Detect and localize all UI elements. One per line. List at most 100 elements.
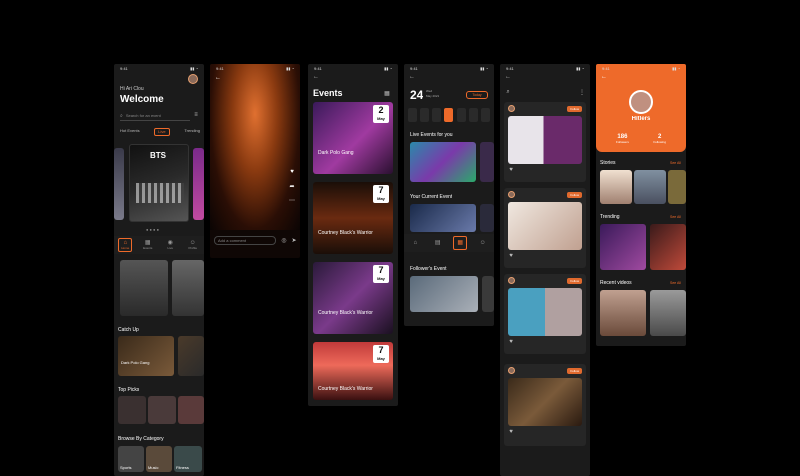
catch-up-card[interactable]: Dark Polo Gang xyxy=(118,336,174,376)
post-image[interactable] xyxy=(508,116,582,164)
story-card[interactable] xyxy=(668,170,686,204)
day-strip xyxy=(408,108,490,122)
comment-input[interactable]: Add a comment xyxy=(214,236,276,245)
heart-icon[interactable]: ♥ xyxy=(508,253,514,259)
search-icon[interactable]: ⌕ xyxy=(504,88,512,96)
event-card[interactable]: 7 May Courtney Black's Warrior xyxy=(313,182,393,254)
trending-card[interactable] xyxy=(600,224,646,270)
nav-profile[interactable]: ☺ xyxy=(476,236,490,250)
see-all-link[interactable]: See All xyxy=(670,281,681,285)
feed-post: Follow ♥ xyxy=(504,102,586,182)
send-icon[interactable]: ➤ xyxy=(290,236,298,245)
post-image[interactable] xyxy=(508,378,582,426)
category-music[interactable]: Music xyxy=(146,446,172,472)
top-pick-3[interactable] xyxy=(178,396,204,424)
menu-icon[interactable]: ⋮ xyxy=(578,88,586,96)
recent-video-card[interactable] xyxy=(600,290,646,336)
nav-events[interactable]: ▦ xyxy=(453,236,468,250)
day-cell[interactable] xyxy=(480,108,490,122)
top-pick-2[interactable] xyxy=(148,396,176,424)
browse-heading: Browse By Category xyxy=(118,436,164,442)
followers-heading: Follower's Event xyxy=(410,266,447,272)
heart-icon[interactable]: ♥ xyxy=(508,429,514,435)
recent-heading: Recent videos xyxy=(600,280,632,286)
filter-icon[interactable]: ≡ xyxy=(192,111,200,119)
back-icon[interactable]: ← xyxy=(214,74,222,82)
nav-feed[interactable]: ▤ xyxy=(431,236,445,250)
event-card[interactable]: 7 May Courtney Black's Warrior xyxy=(313,342,393,400)
search-input[interactable]: ⌕ Search for an event xyxy=(120,111,190,121)
avatar[interactable] xyxy=(508,105,515,112)
avatar[interactable] xyxy=(508,277,515,284)
tab-live[interactable]: Live xyxy=(154,128,170,136)
follow-button[interactable]: Follow xyxy=(567,278,582,284)
post-image[interactable] xyxy=(508,288,582,336)
feed-post: Follow ♥ xyxy=(504,364,586,446)
follow-button[interactable]: Follow xyxy=(567,368,582,374)
day-cell[interactable] xyxy=(432,108,442,122)
status-bar: 9:41 ▮▮ ◔ xyxy=(506,66,584,71)
story-card[interactable] xyxy=(600,170,632,204)
live-event-card-2[interactable] xyxy=(480,142,494,182)
current-event-card-2[interactable] xyxy=(480,204,494,232)
follow-button[interactable]: Follow xyxy=(567,192,582,198)
nav-home[interactable]: ⌂ Home xyxy=(118,238,133,252)
feed-post: Follow ♥ xyxy=(504,188,586,268)
see-all-link[interactable]: See All xyxy=(670,161,681,165)
follower-event-card[interactable] xyxy=(410,276,478,312)
home-screen: 9:41 ▮▮ ◔ Hi Ari Clou Welcome ⌕ Search fo… xyxy=(114,64,204,476)
day-cell[interactable] xyxy=(468,108,478,122)
follow-button[interactable]: Follow xyxy=(567,106,582,112)
category-sports[interactable]: Sports xyxy=(118,446,144,472)
avatar[interactable] xyxy=(508,191,515,198)
post-image[interactable] xyxy=(508,202,582,250)
story-card[interactable] xyxy=(634,170,666,204)
tab-hot[interactable]: Hot Events xyxy=(120,128,140,136)
calendar-icon[interactable]: ▦ xyxy=(382,88,392,98)
see-all-link[interactable]: See All xyxy=(670,215,681,219)
top-pick-1[interactable] xyxy=(118,396,146,424)
profile-avatar[interactable] xyxy=(629,90,653,114)
back-icon[interactable]: ← xyxy=(600,73,608,81)
day-cell[interactable] xyxy=(456,108,466,122)
back-icon[interactable]: ← xyxy=(312,73,320,81)
side-card-right[interactable] xyxy=(193,148,204,220)
day-cell[interactable] xyxy=(420,108,430,122)
current-event-card[interactable] xyxy=(410,204,476,232)
follower-event-card-2[interactable] xyxy=(482,276,494,312)
day-cell[interactable] xyxy=(408,108,417,122)
back-icon[interactable]: ← xyxy=(408,73,416,81)
back-icon[interactable]: ← xyxy=(504,73,512,81)
camera-icon[interactable]: ◎ xyxy=(280,236,288,245)
event-card[interactable]: 7 May Courtney Black's Warrior xyxy=(313,262,393,334)
heart-icon[interactable]: ♥ xyxy=(288,168,296,176)
nav-live[interactable]: ◉ Live xyxy=(163,238,177,252)
share-icon[interactable]: ➦ xyxy=(288,182,296,190)
event-card[interactable]: 2 May Dark Polo Gang xyxy=(313,102,393,174)
nav-profile[interactable]: ☺ Profile xyxy=(186,238,200,252)
day-cell-selected[interactable] xyxy=(444,108,454,122)
home-icon: ⌂ xyxy=(413,240,418,246)
category-fitness[interactable]: Fitness xyxy=(174,446,202,472)
featured-card[interactable]: BTS xyxy=(129,144,189,222)
avatar[interactable] xyxy=(508,367,515,374)
home-card-2[interactable] xyxy=(172,260,204,316)
heart-icon[interactable]: ♥ xyxy=(508,167,514,173)
nav-events[interactable]: ▦ Events xyxy=(141,238,155,252)
trending-heading: Trending xyxy=(600,214,620,220)
featured-title: BTS xyxy=(150,151,166,160)
tab-trending[interactable]: Trending xyxy=(184,128,200,136)
nav-home[interactable]: ⌂ xyxy=(408,236,422,250)
catch-up-card-2[interactable] xyxy=(178,336,204,376)
home-tabs: Hot Events Live Trending xyxy=(120,128,200,136)
avatar[interactable] xyxy=(188,74,198,84)
today-button[interactable]: Today xyxy=(466,91,488,99)
side-card-left[interactable] xyxy=(114,148,124,220)
live-event-card[interactable] xyxy=(410,142,476,182)
date-badge: 2 May xyxy=(373,105,389,123)
home-card-1[interactable] xyxy=(120,260,168,316)
trending-card[interactable] xyxy=(650,224,686,270)
recent-video-card[interactable] xyxy=(650,290,686,336)
more-icon[interactable]: ⋯ xyxy=(288,196,296,204)
heart-icon[interactable]: ♥ xyxy=(508,339,514,345)
